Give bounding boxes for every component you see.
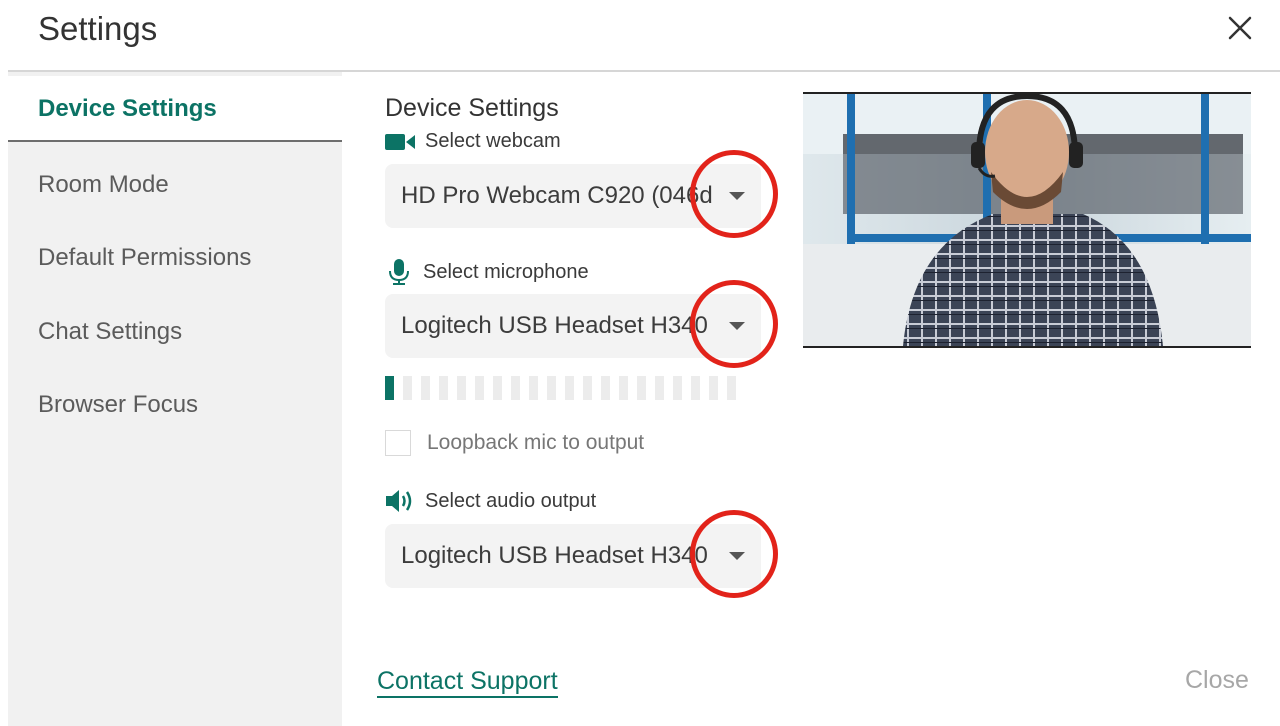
loopback-label: Loopback mic to output: [427, 431, 645, 454]
close-button[interactable]: Close: [1185, 666, 1249, 695]
section-title: Device Settings: [385, 94, 559, 122]
close-icon[interactable]: [1222, 10, 1258, 46]
dialog-header: Settings: [0, 0, 1280, 72]
dialog-title: Settings: [38, 10, 158, 47]
level-segment: [565, 376, 574, 400]
level-segment: [385, 376, 394, 400]
level-segment: [511, 376, 520, 400]
webcam-label-text: Select webcam: [425, 130, 561, 152]
microphone-select-value: Logitech USB Headset H340: [401, 312, 708, 339]
webcam-select[interactable]: HD Pro Webcam C920 (046d: [385, 164, 761, 228]
speaker-icon: [385, 488, 415, 514]
level-segment: [709, 376, 718, 400]
sidebar-item-room-mode[interactable]: Room Mode: [8, 152, 342, 218]
level-segment: [421, 376, 430, 400]
level-segment: [619, 376, 628, 400]
contact-support-link[interactable]: Contact Support: [377, 666, 558, 698]
settings-sidebar: Device Settings Room Mode Default Permis…: [8, 72, 342, 726]
microphone-label-text: Select microphone: [423, 260, 589, 283]
level-segment: [601, 376, 610, 400]
chevron-down-icon: [729, 322, 745, 330]
audio-output-label: Select audio output: [385, 488, 596, 514]
webcam-preview: [803, 92, 1251, 348]
loopback-checkbox[interactable]: [385, 430, 411, 456]
sidebar-item-device-settings[interactable]: Device Settings: [8, 76, 342, 142]
webcam-icon: [385, 132, 415, 152]
sidebar-item-browser-focus[interactable]: Browser Focus: [8, 372, 342, 438]
microphone-label: Select microphone: [385, 258, 589, 286]
loopback-option[interactable]: Loopback mic to output: [385, 430, 644, 456]
audio-output-select-value: Logitech USB Headset H340: [401, 542, 708, 569]
chevron-down-icon: [729, 192, 745, 200]
level-segment: [403, 376, 412, 400]
level-segment: [475, 376, 484, 400]
chevron-down-icon: [729, 552, 745, 560]
mic-level-meter: [385, 376, 761, 400]
level-segment: [529, 376, 538, 400]
microphone-select[interactable]: Logitech USB Headset H340: [385, 294, 761, 358]
level-segment: [493, 376, 502, 400]
level-segment: [727, 376, 736, 400]
sidebar-item-chat-settings[interactable]: Chat Settings: [8, 299, 342, 365]
level-segment: [637, 376, 646, 400]
microphone-icon: [385, 258, 413, 286]
audio-output-select[interactable]: Logitech USB Headset H340: [385, 524, 761, 588]
webcam-select-value: HD Pro Webcam C920 (046d: [401, 182, 713, 209]
sidebar-item-default-permissions[interactable]: Default Permissions: [8, 225, 342, 291]
level-segment: [583, 376, 592, 400]
level-segment: [655, 376, 664, 400]
level-segment: [673, 376, 682, 400]
audio-output-label-text: Select audio output: [425, 489, 597, 512]
level-segment: [691, 376, 700, 400]
level-segment: [457, 376, 466, 400]
level-segment: [439, 376, 448, 400]
level-segment: [547, 376, 556, 400]
webcam-label: Select webcam: [385, 130, 561, 153]
